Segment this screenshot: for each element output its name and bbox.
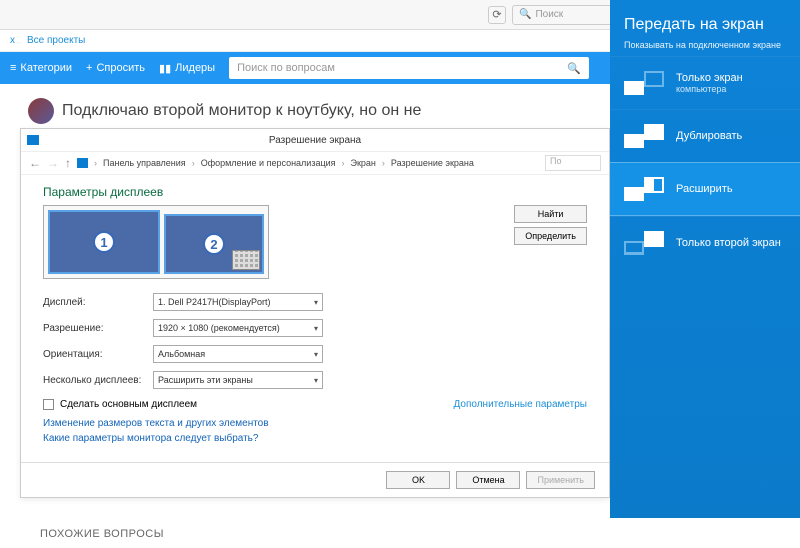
primary-checkbox[interactable] (43, 399, 54, 410)
project-second-only[interactable]: Только второй экран (610, 216, 800, 269)
label-multi: Несколько дисплеев: (43, 375, 153, 386)
chart-icon: ▮▮ (159, 62, 171, 75)
categories-button[interactable]: ≡ Категории (10, 62, 72, 74)
refresh-button[interactable]: ⟳ (488, 6, 506, 24)
site-search-placeholder: Поиск по вопросам (237, 62, 335, 74)
asker-avatar (28, 98, 54, 124)
primary-checkbox-label: Сделать основным дисплеем (60, 399, 197, 410)
help-links: Изменение размеров текста и других элеме… (43, 418, 587, 444)
crumb-resolution[interactable]: Разрешение экрана (391, 158, 474, 168)
monitor-canvas[interactable]: 1 2 (43, 205, 269, 279)
crumb-search[interactable]: По (545, 155, 601, 171)
extend-icon (624, 177, 664, 201)
label-orientation: Ориентация: (43, 349, 153, 360)
text-size-link[interactable]: Изменение размеров текста и других элеме… (43, 418, 587, 429)
dialog-footer: OK Отмена Применить (21, 462, 609, 497)
resolution-dialog: Разрешение экрана ← → ↑ › Панель управле… (20, 128, 610, 498)
close-link[interactable]: x (10, 35, 15, 46)
breadcrumb: ← → ↑ › Панель управления › Оформление и… (21, 151, 609, 175)
content-area: Подключаю второй монитор к ноутбуку, но … (0, 84, 610, 548)
plus-icon: + (86, 62, 92, 74)
ask-button[interactable]: + Спросить (86, 62, 145, 74)
related-heading: ПОХОЖИЕ ВОПРОСЫ (40, 528, 590, 540)
project-pc-only[interactable]: Только экранкомпьютера (610, 56, 800, 109)
project-title: Передать на экран (624, 16, 786, 34)
monitor-icon (27, 135, 39, 145)
second-only-icon (624, 231, 664, 255)
crumb-control-panel[interactable]: Панель управления (103, 158, 186, 168)
resolution-select[interactable]: 1920 × 1080 (рекомендуется)▾ (153, 319, 323, 337)
back-button[interactable]: ← (29, 156, 41, 170)
all-projects-link[interactable]: Все проекты (27, 35, 85, 46)
apply-button[interactable]: Применить (526, 471, 595, 489)
crumb-screen[interactable]: Экран (351, 158, 376, 168)
settings-form: Дисплей: 1. Dell P2417H(DisplayPort)▾ Ра… (43, 293, 587, 389)
cancel-button[interactable]: Отмена (456, 471, 520, 489)
display-select[interactable]: 1. Dell P2417H(DisplayPort)▾ (153, 293, 323, 311)
detect-button[interactable]: Определить (514, 227, 587, 245)
question-title: Подключаю второй монитор к ноутбуку, но … (62, 102, 421, 120)
find-button[interactable]: Найти (514, 205, 587, 223)
question-header: Подключаю второй монитор к ноутбуку, но … (28, 98, 590, 124)
pc-only-icon (624, 71, 664, 95)
project-duplicate[interactable]: Дублировать (610, 109, 800, 162)
extra-params-link[interactable]: Дополнительные параметры (454, 399, 587, 410)
label-display: Дисплей: (43, 297, 153, 308)
leaders-button[interactable]: ▮▮ Лидеры (159, 62, 215, 75)
site-search-input[interactable]: Поиск по вопросам 🔍 (229, 57, 589, 79)
primary-checkbox-row: Сделать основным дисплеем Дополнительные… (43, 399, 587, 410)
monitor-1[interactable]: 1 (48, 210, 160, 274)
dialog-body: Параметры дисплеев 1 2 Найти Определить … (21, 175, 609, 462)
search-icon: 🔍 (519, 9, 531, 20)
browser-search-placeholder: Поиск (535, 9, 563, 20)
dialog-titlebar: Разрешение экрана (21, 129, 609, 151)
project-extend[interactable]: Расширить (610, 162, 800, 216)
crumb-appearance[interactable]: Оформление и персонализация (201, 158, 336, 168)
monitor-2[interactable]: 2 (164, 214, 264, 274)
forward-button[interactable]: → (47, 156, 59, 170)
project-panel: Передать на экран Показывать на подключе… (610, 0, 800, 518)
multi-select[interactable]: Расширить эти экраны▾ (153, 371, 323, 389)
up-button[interactable]: ↑ (65, 156, 71, 170)
ok-button[interactable]: OK (386, 471, 450, 489)
control-panel-icon (77, 158, 88, 168)
duplicate-icon (624, 124, 664, 148)
section-title: Параметры дисплеев (43, 185, 587, 199)
orientation-select[interactable]: Альбомная▾ (153, 345, 323, 363)
monitor-help-link[interactable]: Какие параметры монитора следует выбрать… (43, 433, 587, 444)
list-icon: ≡ (10, 62, 16, 74)
project-header: Передать на экран Показывать на подключе… (610, 0, 800, 56)
project-subtitle: Показывать на подключенном экране (624, 40, 786, 50)
search-icon: 🔍 (567, 62, 581, 75)
dialog-title: Разрешение экрана (21, 135, 609, 146)
monitor-picker: 1 2 Найти Определить (43, 205, 587, 279)
label-resolution: Разрешение: (43, 323, 153, 334)
